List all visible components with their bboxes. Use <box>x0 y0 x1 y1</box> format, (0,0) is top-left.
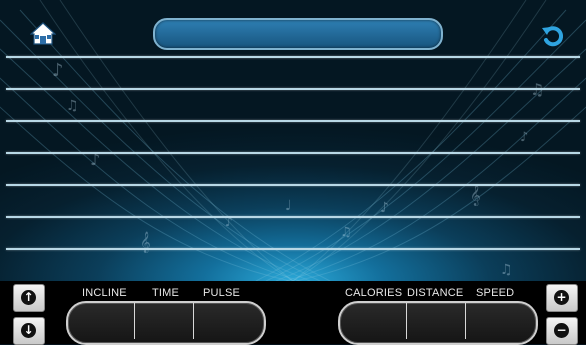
stat-label-distance: DISTANCE <box>407 287 464 299</box>
music-note-icon: ♫ <box>340 225 352 240</box>
home-button[interactable] <box>29 21 57 45</box>
decrease-button[interactable]: − <box>546 317 578 345</box>
stat-label-calories: CALORIES <box>345 287 403 299</box>
music-note-icon: ♪ <box>380 200 389 216</box>
minus-icon: − <box>554 323 569 338</box>
track-lane-line <box>6 88 580 90</box>
track-lane-line <box>6 184 580 186</box>
track-lane-line <box>6 216 580 218</box>
stat-value-pulse <box>194 303 254 339</box>
track-lane-line <box>6 152 580 154</box>
music-note-icon: ♪ <box>52 60 64 81</box>
stat-value-distance <box>406 303 466 339</box>
stat-value-speed <box>466 303 526 339</box>
increase-button[interactable]: + <box>546 284 578 312</box>
plus-icon: + <box>554 290 569 305</box>
stat-label-speed: SPEED <box>476 287 515 299</box>
music-note-icon: ♫ <box>66 98 79 114</box>
track-lane-line <box>6 120 580 122</box>
refresh-back-icon <box>542 26 564 47</box>
stat-label-pulse: PULSE <box>203 287 241 299</box>
stat-label-incline: INCLINE <box>82 287 127 299</box>
stat-value-incline <box>76 303 132 339</box>
home-icon <box>29 22 57 45</box>
music-note-icon: ♫ <box>500 262 513 278</box>
music-note-icon: ♩ <box>285 198 292 214</box>
stat-label-time: TIME <box>152 287 180 299</box>
arrow-up-icon: ↑ <box>21 290 36 305</box>
arrow-down-icon: ↓ <box>21 323 36 338</box>
left-stats-panel <box>66 301 266 345</box>
back-button[interactable] <box>540 22 566 48</box>
music-note-icon: 𝄞 <box>470 185 481 206</box>
track-lane-line <box>6 248 580 250</box>
title-bar <box>153 18 443 50</box>
music-note-icon: ♪ <box>520 130 529 145</box>
up-button[interactable]: ↑ <box>13 284 45 312</box>
track-lane-line <box>6 56 580 58</box>
workout-display-area: ♪ ♫ ♪ 𝄞 ♪ ♩ ♫ ♪ 𝄞 ♫ ♪ ♫ <box>0 0 586 281</box>
stat-value-calories <box>348 303 404 339</box>
down-button[interactable]: ↓ <box>13 317 45 345</box>
stat-value-time <box>134 303 194 339</box>
bottom-control-bar: ↑ ↓ INCLINE TIME PULSE CALORIES DISTANCE… <box>0 281 586 345</box>
right-stats-panel <box>338 301 538 345</box>
